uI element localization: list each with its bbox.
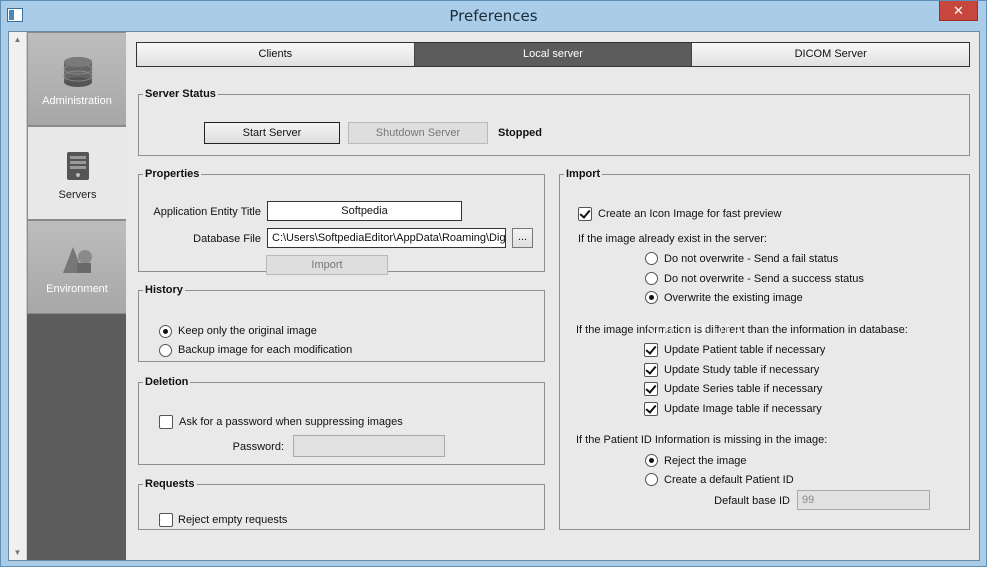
- properties-legend: Properties: [145, 168, 200, 180]
- requests-group: Requests Reject empty requests: [138, 478, 545, 530]
- reject-empty-label: Reject empty requests: [178, 514, 288, 526]
- exists-success-label: Do not overwrite - Send a success status: [664, 273, 864, 285]
- update-image-checkbox[interactable]: [644, 402, 658, 416]
- keep-original-radio[interactable]: [159, 325, 172, 338]
- shapes-icon: [63, 247, 92, 273]
- ask-password-checkbox[interactable]: [159, 415, 173, 429]
- scroll-up-icon[interactable]: ▲: [13, 35, 22, 44]
- tab-clients[interactable]: Clients: [137, 43, 415, 66]
- softpedia-watermark: SOFTPEDIA: [646, 322, 745, 338]
- password-label: Password:: [232, 441, 284, 453]
- title-bar: Preferences ✕: [1, 1, 986, 31]
- icon-image-label: Create an Icon Image for fast preview: [598, 208, 782, 220]
- scroll-down-icon[interactable]: ▼: [13, 548, 22, 557]
- exists-overwrite-radio[interactable]: [645, 291, 658, 304]
- password-field[interactable]: [293, 435, 445, 457]
- icon-image-checkbox[interactable]: [578, 207, 592, 221]
- history-group: History Keep only the original image Bac…: [138, 284, 545, 362]
- create-default-label: Create a default Patient ID: [664, 474, 794, 486]
- backup-each-label: Backup image for each modification: [178, 344, 353, 356]
- update-study-label: Update Study table if necessary: [664, 364, 820, 376]
- update-image-label: Update Image table if necessary: [664, 403, 822, 415]
- server-status-group: Server Status Start Server Shutdown Serv…: [138, 88, 970, 156]
- requests-legend: Requests: [145, 478, 195, 490]
- sidebar-item-servers[interactable]: Servers: [27, 126, 127, 220]
- default-base-field[interactable]: 99: [797, 490, 930, 510]
- window-client-area: ▲ ▼ Administration Servers Environment C…: [8, 31, 980, 561]
- settings-panel: Clients Local server DICOM Server Server…: [126, 32, 979, 560]
- deletion-legend: Deletion: [145, 376, 189, 388]
- sidebar-item-label: Servers: [58, 189, 97, 201]
- reject-empty-checkbox[interactable]: [159, 513, 173, 527]
- tab-local-server[interactable]: Local server: [414, 43, 693, 66]
- sidebar-item-environment[interactable]: Environment: [27, 220, 126, 314]
- server-status-legend: Server Status: [145, 88, 216, 100]
- exists-heading: If the image already exist in the server…: [578, 233, 767, 245]
- category-sidebar: Administration Servers Environment: [27, 32, 127, 560]
- reject-image-label: Reject the image: [664, 455, 747, 467]
- import-button[interactable]: Import: [266, 255, 388, 275]
- window-title: Preferences: [449, 7, 538, 25]
- create-default-radio[interactable]: [645, 473, 658, 486]
- database-icon: [63, 57, 93, 87]
- missing-heading: If the Patient ID Information is missing…: [576, 434, 828, 446]
- history-legend: History: [145, 284, 183, 296]
- start-server-button[interactable]: Start Server: [204, 122, 340, 144]
- close-icon[interactable]: ✕: [939, 1, 978, 21]
- update-series-label: Update Series table if necessary: [664, 383, 823, 395]
- exists-success-radio[interactable]: [645, 272, 658, 285]
- exists-fail-radio[interactable]: [645, 252, 658, 265]
- properties-group: Properties Application Entity Title Soft…: [138, 168, 545, 275]
- sidebar-item-label: Environment: [46, 283, 108, 295]
- ae-title-label: Application Entity Title: [153, 206, 261, 218]
- tab-bar: Clients Local server DICOM Server: [136, 42, 970, 67]
- update-study-checkbox[interactable]: [644, 363, 658, 377]
- database-file-field[interactable]: C:\Users\SoftpediaEditor\AppData\Roaming…: [267, 228, 506, 248]
- default-base-label: Default base ID: [714, 495, 790, 507]
- browse-button[interactable]: ...: [512, 228, 533, 248]
- server-icon: [67, 152, 89, 180]
- sidebar-item-label: Administration: [42, 95, 112, 107]
- sidebar-item-administration[interactable]: Administration: [27, 32, 126, 126]
- shutdown-server-button[interactable]: Shutdown Server: [348, 122, 488, 144]
- keep-original-label: Keep only the original image: [178, 325, 317, 337]
- preferences-window: Preferences ✕ ▲ ▼ Administration Servers…: [0, 0, 987, 567]
- import-group: Import Create an Icon Image for fast pre…: [559, 168, 970, 530]
- reject-image-radio[interactable]: [645, 454, 658, 467]
- vertical-scrollbar[interactable]: ▲ ▼: [9, 32, 27, 560]
- ae-title-field[interactable]: Softpedia: [267, 201, 462, 221]
- update-series-checkbox[interactable]: [644, 382, 658, 396]
- ask-password-label: Ask for a password when suppressing imag…: [179, 416, 403, 428]
- deletion-group: Deletion Ask for a password when suppres…: [138, 376, 545, 465]
- exists-fail-label: Do not overwrite - Send a fail status: [664, 253, 839, 265]
- import-legend: Import: [566, 168, 601, 180]
- exists-overwrite-label: Overwrite the existing image: [664, 292, 803, 304]
- database-file-label: Database File: [193, 233, 261, 245]
- backup-each-radio[interactable]: [159, 344, 172, 357]
- server-status-text: Stopped: [498, 127, 542, 139]
- update-patient-label: Update Patient table if necessary: [664, 344, 826, 356]
- tab-dicom-server[interactable]: DICOM Server: [692, 43, 970, 66]
- update-patient-checkbox[interactable]: [644, 343, 658, 357]
